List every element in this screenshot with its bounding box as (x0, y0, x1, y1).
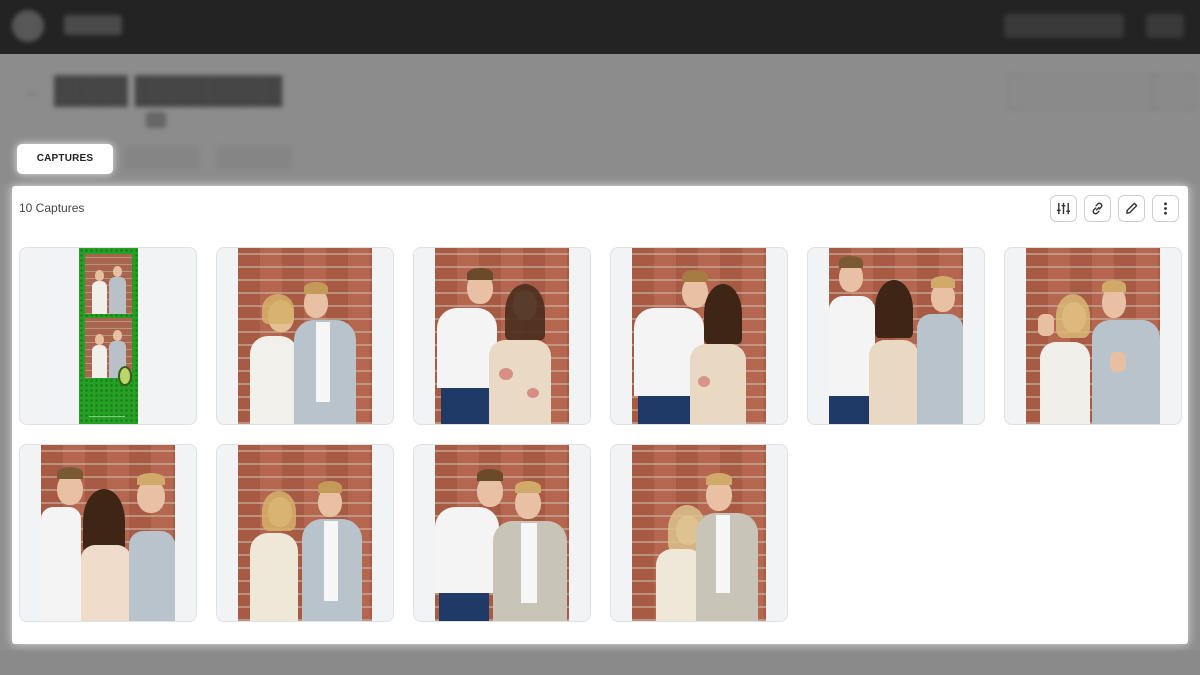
capture-card[interactable] (216, 247, 394, 425)
tab-3[interactable] (216, 146, 292, 170)
capture-photo (435, 445, 569, 621)
capture-card[interactable] (413, 444, 591, 622)
capture-photo (1026, 248, 1160, 424)
capture-card[interactable] (216, 444, 394, 622)
avocado-icon (118, 366, 132, 386)
more-vertical-icon (1164, 202, 1167, 215)
capture-card[interactable] (1004, 247, 1182, 425)
captures-panel: 10 Captures (12, 186, 1188, 644)
tab-captures[interactable]: CAPTURES (17, 144, 113, 174)
filter-button[interactable] (1050, 195, 1077, 222)
capture-photo (238, 445, 372, 621)
page-footer (0, 650, 1200, 675)
back-arrow-icon[interactable]: ← (24, 82, 42, 100)
capture-photo (632, 445, 766, 621)
capture-photo (41, 445, 175, 621)
capture-card[interactable] (413, 247, 591, 425)
photo-strip-image (79, 248, 138, 424)
header-action-button[interactable] (1008, 74, 1166, 110)
header-more-button[interactable] (1152, 74, 1196, 110)
capture-photo (435, 248, 569, 424)
event-header: ← ████ ████████ (0, 54, 1200, 184)
capture-photo (238, 248, 372, 424)
event-title: ████ ████████ (54, 75, 283, 105)
tab-2[interactable] (124, 146, 200, 170)
capture-photo (632, 248, 766, 424)
capture-card[interactable] (807, 247, 985, 425)
capture-photo (829, 248, 963, 424)
captures-count: 10 Captures (19, 201, 85, 215)
more-options-button[interactable] (1152, 195, 1179, 222)
edit-button[interactable] (1118, 195, 1145, 222)
event-badge (146, 112, 166, 128)
link-icon (1092, 202, 1103, 215)
share-link-button[interactable] (1084, 195, 1111, 222)
capture-card[interactable] (19, 444, 197, 622)
signature-script (89, 390, 125, 417)
capture-card[interactable] (610, 444, 788, 622)
capture-card[interactable] (19, 247, 197, 425)
pencil-icon (1126, 202, 1138, 214)
captures-grid (19, 247, 1183, 622)
capture-card[interactable] (610, 247, 788, 425)
sliders-icon (1056, 202, 1071, 215)
